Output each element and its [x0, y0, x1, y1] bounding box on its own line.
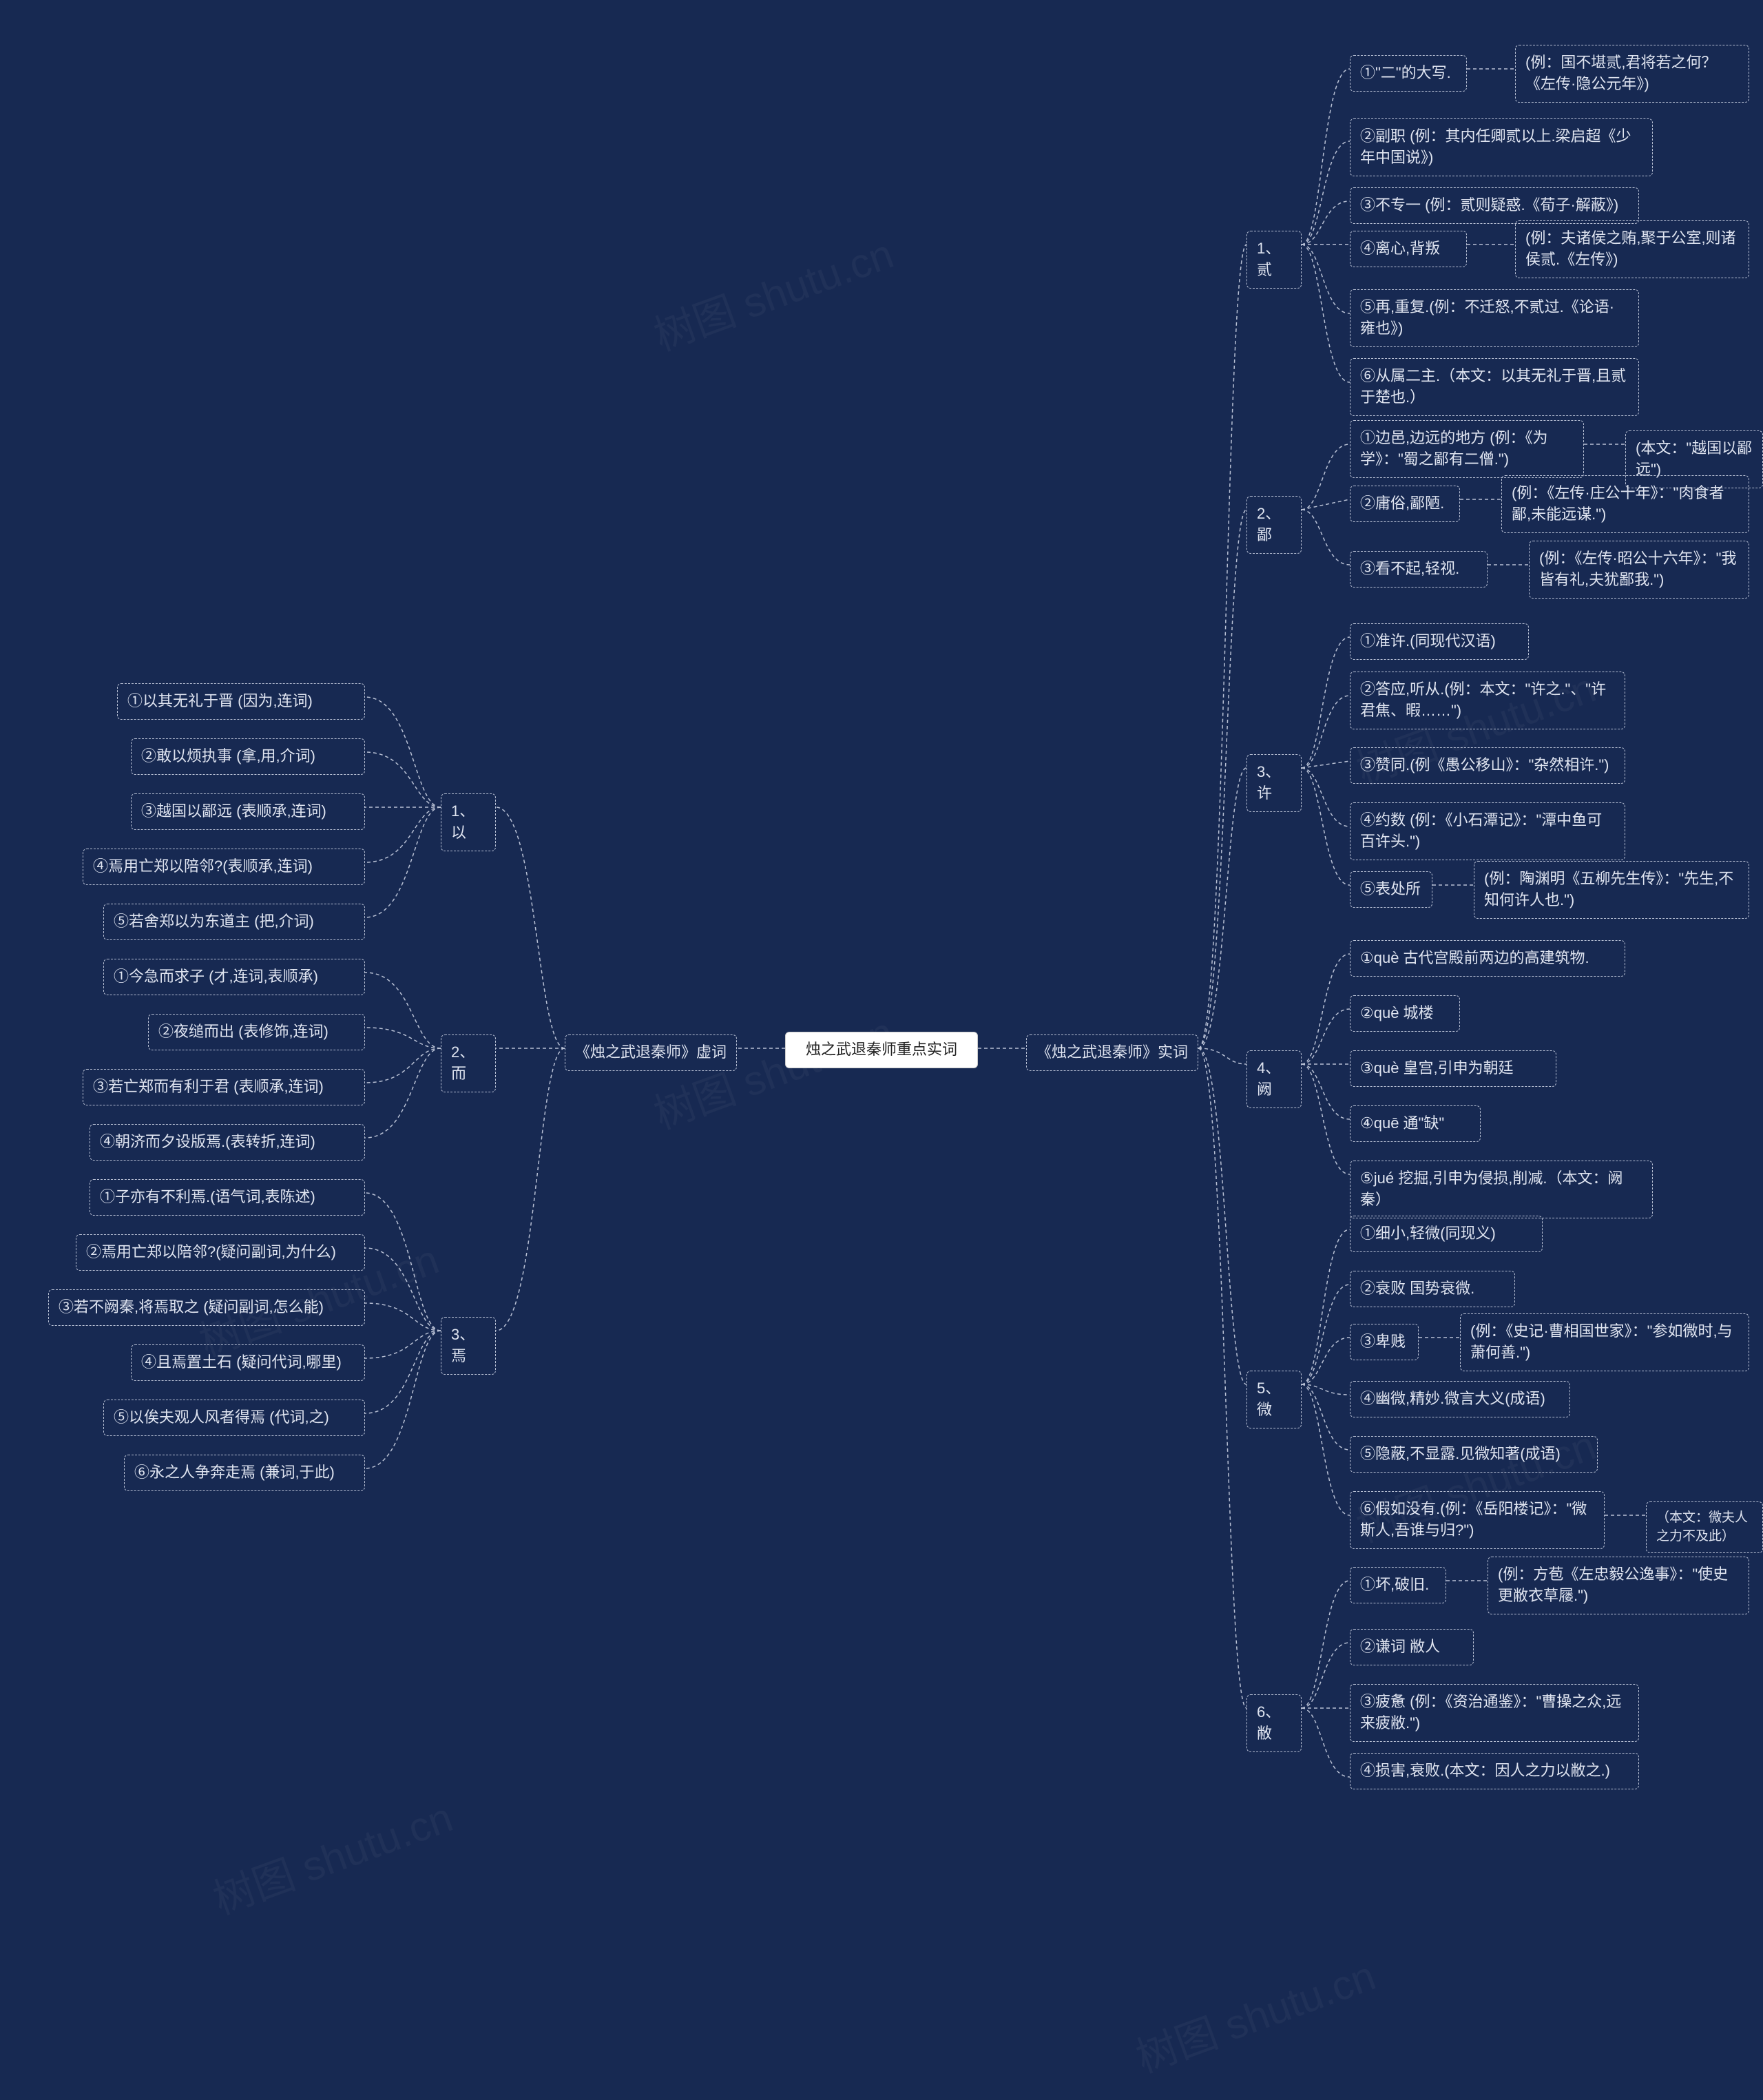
- left-item: ①子亦有不利焉.(语气词,表陈述): [90, 1179, 365, 1216]
- right-item: ②副职 (例：其内任卿贰以上.梁启超《少年中国说》): [1350, 118, 1653, 176]
- right-item: ⑤jué 挖掘,引申为侵损,削减.（本文：阙秦）: [1350, 1161, 1653, 1218]
- left-item: ①今急而求子 (才,连词,表顺承): [103, 959, 365, 995]
- left-title[interactable]: 《烛之武退秦师》虚词: [565, 1035, 737, 1071]
- right-item: ①准许.(同现代汉语): [1350, 623, 1529, 660]
- right-item: ③赞同.(例《愚公移山》："杂然相许."): [1350, 747, 1625, 784]
- right-note: （本文：微夫人之力不及此）: [1646, 1501, 1763, 1553]
- left-item: ①以其无礼于晋 (因为,连词): [117, 683, 365, 720]
- left-item: ③若亡郑而有利于君 (表顺承,连词): [83, 1069, 365, 1105]
- right-note: (例：《史记·曹相国世家》："参如微时,与萧何善."): [1460, 1313, 1749, 1371]
- left-item: ④焉用亡郑以陪邻?(表顺承,连词): [83, 849, 365, 885]
- left-item: ⑤以俟夫观人风者得焉 (代词,之): [103, 1400, 365, 1436]
- left-item: ⑤若舍郑以为东道主 (把,介词): [103, 904, 365, 940]
- right-item: ④损害,衰败.(本文：因人之力以敝之.): [1350, 1753, 1639, 1789]
- right-item: ①坏,破旧.: [1350, 1567, 1446, 1603]
- right-item: ③看不起,轻视.: [1350, 551, 1488, 588]
- right-item: ⑤表处所: [1350, 871, 1432, 908]
- right-item: ③què 皇宫,引申为朝廷: [1350, 1050, 1556, 1087]
- right-item: ②庸俗,鄙陋.: [1350, 486, 1460, 522]
- right-item: ②谦词 敝人: [1350, 1629, 1474, 1665]
- right-item: ①边邑,边远的地方 (例：《为学》："蜀之鄙有二僧."): [1350, 420, 1584, 478]
- right-item: ①què 古代宫殿前两边的高建筑物.: [1350, 940, 1625, 977]
- right-item: ③疲惫 (例：《资治通鉴》："曹操之众,远来疲敝."): [1350, 1684, 1639, 1742]
- right-item: ⑥假如没有.(例：《岳阳楼记》："微斯人,吾谁与归?"): [1350, 1491, 1605, 1549]
- left-item: ②焉用亡郑以陪邻?(疑问副词,为什么): [76, 1234, 365, 1271]
- right-title[interactable]: 《烛之武退秦师》实词: [1026, 1035, 1198, 1071]
- left-item: ⑥永之人争奔走焉 (兼词,于此): [124, 1455, 365, 1491]
- right-item: ④quē 通"缺": [1350, 1105, 1481, 1142]
- left-group-3[interactable]: 3、焉: [441, 1317, 496, 1375]
- right-group-4[interactable]: 4、阙: [1246, 1050, 1302, 1108]
- left-group-1[interactable]: 1、以: [441, 793, 496, 851]
- left-item: ②夜缒而出 (表修饰,连词): [148, 1014, 365, 1050]
- right-note: (例：陶渊明《五柳先生传》："先生,不知何许人也."): [1474, 861, 1749, 919]
- right-item: ①"二"的大写.: [1350, 55, 1467, 92]
- right-item: ③不专一 (例：贰则疑惑.《荀子·解蔽》): [1350, 187, 1639, 224]
- right-group-5[interactable]: 5、微: [1246, 1371, 1302, 1428]
- right-item: ②衰败 国势衰微.: [1350, 1271, 1515, 1307]
- right-item: ②què 城楼: [1350, 995, 1460, 1032]
- watermark: 树图 shutu.cn: [1127, 1942, 1382, 2084]
- right-item: ⑤再,重复.(例：不迁怒,不贰过.《论语·雍也》): [1350, 289, 1639, 347]
- right-item: ⑥从属二主.（本文：以其无礼于晋,且贰于楚也.）: [1350, 358, 1639, 416]
- right-item: ③卑贱: [1350, 1324, 1419, 1360]
- right-item: ④幽微,精妙.微言大义(成语): [1350, 1381, 1570, 1417]
- left-group-2[interactable]: 2、而: [441, 1035, 496, 1092]
- right-group-3[interactable]: 3、许: [1246, 754, 1302, 812]
- left-item: ④且焉置土石 (疑问代词,哪里): [131, 1344, 365, 1381]
- right-group-1[interactable]: 1、贰: [1246, 231, 1302, 289]
- left-item: ②敢以烦执事 (拿,用,介词): [131, 738, 365, 775]
- right-note: (例：夫诸侯之贿,聚于公室,则诸侯贰.《左传》): [1515, 220, 1749, 278]
- root-node[interactable]: 烛之武退秦师重点实词: [785, 1032, 978, 1068]
- left-item: ④朝济而夕设版焉.(表转折,连词): [90, 1124, 365, 1161]
- right-group-2[interactable]: 2、鄙: [1246, 496, 1302, 554]
- watermark: 树图 shutu.cn: [645, 220, 900, 362]
- right-note: (例：《左传·昭公十六年》："我皆有礼,夫犹鄙我."): [1529, 541, 1749, 599]
- left-item: ③越国以鄙远 (表顺承,连词): [131, 793, 365, 830]
- right-note: (例：方苞《左忠毅公逸事》："使史更敝衣草屦."): [1488, 1557, 1749, 1614]
- right-note: (例：国不堪贰,君将若之何？《左传·隐公元年》): [1515, 45, 1749, 103]
- watermark: 树图 shutu.cn: [204, 1784, 459, 1926]
- right-item: ⑤隐蔽,不显露.见微知著(成语): [1350, 1436, 1598, 1473]
- right-item: ④离心,背叛: [1350, 231, 1467, 267]
- right-group-6[interactable]: 6、敝: [1246, 1694, 1302, 1752]
- right-item: ④约数 (例：《小石潭记》："潭中鱼可百许头."): [1350, 802, 1625, 860]
- left-item: ③若不阙秦,将焉取之 (疑问副词,怎么能): [48, 1289, 365, 1326]
- right-note: (例：《左传·庄公十年》："肉食者鄙,未能远谋."): [1501, 475, 1749, 533]
- right-item: ①细小,轻微(同现义): [1350, 1216, 1543, 1252]
- right-item: ②答应,听从.(例：本文："许之."、"许君焦、暇……"): [1350, 672, 1625, 729]
